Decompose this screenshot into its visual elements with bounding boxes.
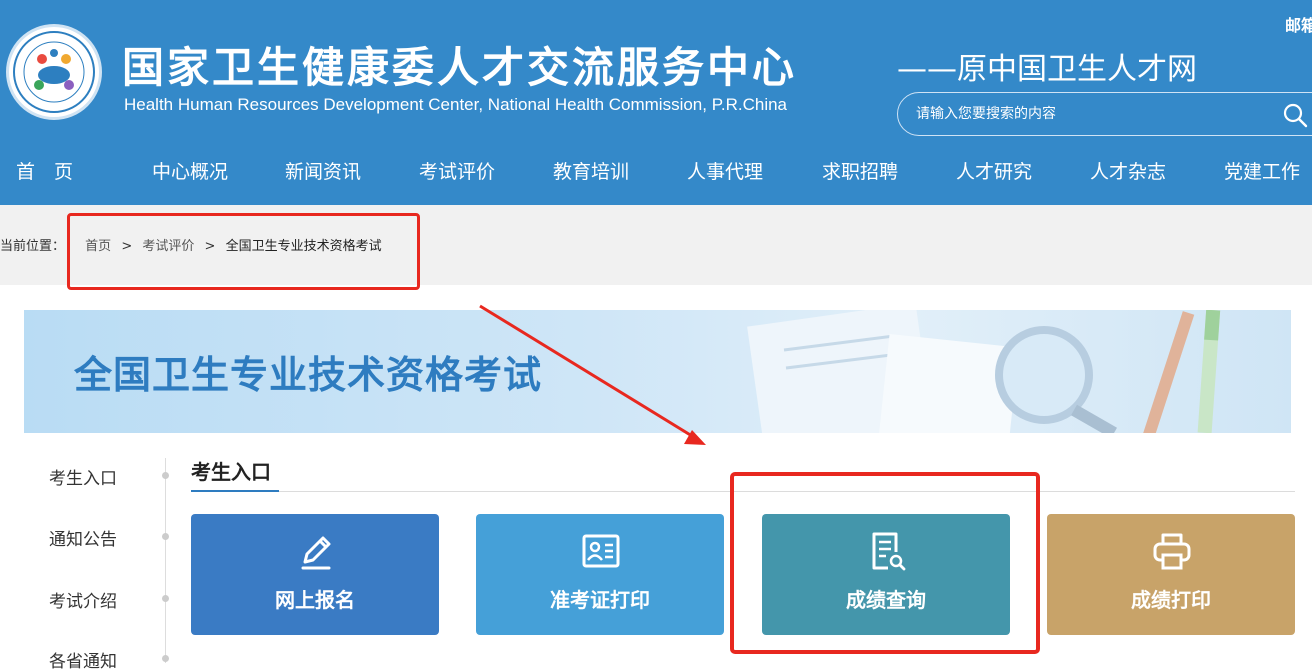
- sidebar-nav: 考生入口 通知公告 考试介绍 各省通知: [0, 440, 190, 672]
- nav-item-home[interactable]: 首 页: [16, 157, 73, 184]
- banner-illustration: [747, 310, 1221, 433]
- id-card-icon: [582, 534, 620, 568]
- online-registration-button[interactable]: 网上报名: [191, 514, 439, 635]
- section-title-underline: [191, 490, 279, 492]
- nav-item-party-building[interactable]: 党建工作: [1224, 157, 1300, 184]
- score-query-button[interactable]: 成绩查询: [762, 514, 1010, 635]
- admission-ticket-print-button[interactable]: 准考证打印: [476, 514, 724, 635]
- sidebar-item-candidate-entry[interactable]: 考生入口: [49, 464, 117, 489]
- search-box: [897, 92, 1312, 136]
- main-nav: 首 页 中心概况 新闻资讯 考试评价 教育培训 人事代理 求职招聘 人才研究 人…: [0, 152, 1312, 192]
- nav-item-exam-evaluation[interactable]: 考试评价: [419, 157, 495, 184]
- sidebar-item-provincial-notices[interactable]: 各省通知: [49, 647, 117, 672]
- sidebar-dot: [162, 533, 169, 540]
- exam-banner: 全国卫生专业技术资格考试: [24, 310, 1291, 433]
- breadcrumb-bar: 当前位置： 首页 > 考试评价 > 全国卫生专业技术资格考试: [0, 205, 1312, 285]
- breadcrumb: 当前位置： 首页 > 考试评价 > 全国卫生专业技术资格考试: [0, 235, 382, 254]
- tile-label: 成绩查询: [846, 588, 926, 612]
- nav-item-talent-magazine[interactable]: 人才杂志: [1090, 157, 1166, 184]
- sidebar-dot: [162, 472, 169, 479]
- pencil-icon: [301, 536, 331, 570]
- organization-logo[interactable]: [6, 24, 102, 120]
- nav-item-center-overview[interactable]: 中心概况: [152, 157, 228, 184]
- sidebar-dot: [162, 655, 169, 662]
- search-icon[interactable]: [1282, 102, 1308, 128]
- site-tagline: ——原中国卫生人才网: [897, 52, 1197, 87]
- tile-label: 准考证打印: [550, 588, 650, 612]
- nav-item-news[interactable]: 新闻资讯: [285, 157, 361, 184]
- printer-icon: [1153, 533, 1191, 570]
- breadcrumb-separator: >: [204, 239, 216, 254]
- nav-item-personnel-agency[interactable]: 人事代理: [687, 157, 763, 184]
- breadcrumb-link-exam-evaluation[interactable]: 考试评价: [142, 239, 194, 254]
- nav-item-job-recruitment[interactable]: 求职招聘: [822, 157, 898, 184]
- tile-label: 网上报名: [275, 588, 355, 612]
- nav-item-education-training[interactable]: 教育培训: [553, 157, 629, 184]
- sidebar-dot: [162, 595, 169, 602]
- score-print-button[interactable]: 成绩打印: [1047, 514, 1295, 635]
- sidebar-divider: [165, 458, 166, 663]
- breadcrumb-link-home[interactable]: 首页: [85, 239, 111, 254]
- search-input[interactable]: [914, 101, 1274, 127]
- tile-label: 成绩打印: [1131, 588, 1211, 612]
- breadcrumb-separator: >: [121, 239, 133, 254]
- section-divider: [191, 491, 1295, 492]
- site-header: 国家卫生健康委人才交流服务中心 Health Human Resources D…: [0, 0, 1312, 205]
- breadcrumb-current: 全国卫生专业技术资格考试: [225, 239, 382, 254]
- document-search-icon: [872, 532, 906, 571]
- sidebar-item-exam-intro[interactable]: 考试介绍: [49, 587, 117, 612]
- site-title: 国家卫生健康委人才交流服务中心: [122, 43, 798, 92]
- section-title: 考生入口: [191, 460, 271, 484]
- banner-title: 全国卫生专业技术资格考试: [74, 353, 543, 397]
- nav-item-talent-research[interactable]: 人才研究: [956, 157, 1032, 184]
- site-subtitle-english: Health Human Resources Development Cente…: [124, 95, 787, 114]
- sidebar-item-notices[interactable]: 通知公告: [49, 525, 117, 550]
- mail-link[interactable]: 邮箱: [1285, 12, 1312, 36]
- breadcrumb-prefix: 当前位置：: [0, 239, 66, 254]
